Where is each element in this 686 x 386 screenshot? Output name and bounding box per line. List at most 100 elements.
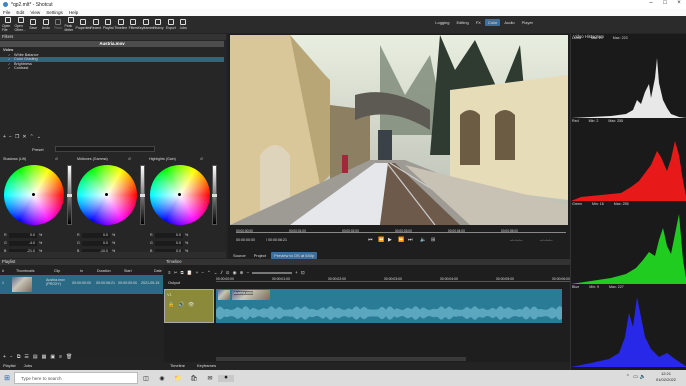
zoom-fit-icon[interactable]: ⊡: [301, 270, 305, 276]
list-view-icon[interactable]: ☰: [24, 354, 28, 360]
hide-icon[interactable]: 👁: [188, 302, 194, 308]
slider-knob[interactable]: [212, 194, 217, 197]
zoom-out-icon[interactable]: −: [246, 270, 249, 275]
value-spinbox[interactable]: 0.0: [155, 240, 183, 246]
edge-icon[interactable]: ◉: [154, 375, 170, 382]
checkmark-icon[interactable]: ✓: [8, 53, 11, 57]
taskbar-search[interactable]: Type here to search: [14, 372, 138, 384]
rewind-icon[interactable]: ⏪: [378, 237, 384, 243]
shotcut-taskbar-icon[interactable]: ⏺: [218, 374, 234, 382]
menu-icon[interactable]: ≡: [168, 270, 171, 275]
fast-forward-icon[interactable]: ⏩: [398, 237, 404, 243]
position-timecode[interactable]: 00:00:00:00: [236, 238, 255, 242]
timeline-clip[interactable]: Austria.mov: [216, 289, 562, 323]
move-up-icon[interactable]: ⌃: [30, 134, 34, 140]
copy-icon[interactable]: ⧉: [181, 270, 184, 275]
add-filter-icon[interactable]: +: [3, 134, 6, 140]
value-spinbox[interactable]: -4.0: [9, 240, 37, 246]
toolbar-save[interactable]: Save: [27, 16, 40, 33]
timeline-scrollbar[interactable]: [216, 357, 466, 361]
toolbar-undo[interactable]: Undo: [40, 16, 53, 33]
update-icon[interactable]: ⧉: [17, 354, 21, 360]
split-icon[interactable]: ⫽: [221, 270, 223, 275]
shadows-luma-slider[interactable]: [67, 165, 72, 225]
filter-item-contrast[interactable]: ✓ Contrast: [0, 66, 224, 71]
toolbar-recent[interactable]: Recent: [90, 16, 103, 33]
proxy-preview-button[interactable]: Preview to OS at 540p: [271, 252, 318, 259]
toolbar-peak-meter[interactable]: Peak Meter: [65, 16, 78, 33]
overwrite-icon[interactable]: ⌄: [214, 270, 218, 276]
menu-edit[interactable]: Edit: [13, 10, 27, 15]
store-icon[interactable]: 🛍: [186, 375, 202, 382]
toolbar-properties[interactable]: Properties: [76, 16, 91, 33]
wheel-handle[interactable]: [178, 193, 181, 196]
remove-icon[interactable]: −: [10, 354, 13, 360]
timeline-ruler[interactable]: 00:00:00:00 00:00:01:00 00:00:02:00 00:00:0…: [216, 277, 570, 282]
zoom-in-icon[interactable]: +: [295, 270, 298, 275]
toolbar-jobs[interactable]: Jobs: [177, 16, 190, 33]
midtones-color-wheel[interactable]: [77, 165, 137, 225]
shadows-color-wheel[interactable]: [4, 165, 64, 225]
reset-icon[interactable]: ↺: [128, 157, 131, 161]
toolbar-keyframes[interactable]: Keyframes: [138, 16, 154, 33]
layout-fx[interactable]: FX: [473, 19, 484, 26]
volume-icon[interactable]: 🔈: [420, 237, 426, 243]
file-explorer-icon[interactable]: 📁: [170, 375, 186, 382]
remove-filter-icon[interactable]: −: [9, 134, 12, 140]
scrub-icon[interactable]: ◉: [233, 270, 237, 276]
video-frame[interactable]: [230, 35, 568, 225]
chevron-up-icon[interactable]: ⌃: [626, 374, 630, 380]
tab-jobs[interactable]: Jobs: [24, 362, 32, 369]
menu-file[interactable]: File: [0, 10, 13, 15]
column-thumbnails[interactable]: Thumbnails: [16, 269, 35, 273]
system-clock[interactable]: 12:21 01/02/2022: [656, 371, 676, 383]
snap-icon[interactable]: ⊙: [226, 270, 230, 276]
deselect-filter-icon[interactable]: ✕: [22, 134, 26, 140]
ripple-icon[interactable]: ⊕: [240, 270, 244, 276]
highlights-color-wheel[interactable]: [150, 165, 210, 225]
midtones-luma-slider[interactable]: [140, 165, 145, 225]
reset-icon[interactable]: ↺: [55, 157, 58, 161]
lift-icon[interactable]: ⌃: [207, 270, 211, 276]
mail-icon[interactable]: ✉: [202, 375, 218, 382]
wheel-handle[interactable]: [105, 193, 108, 196]
preset-dropdown[interactable]: [55, 146, 155, 152]
trash-icon[interactable]: 🗑: [66, 354, 72, 360]
reset-icon[interactable]: ↺: [200, 157, 203, 161]
column-in[interactable]: In: [80, 269, 83, 273]
playlist-row[interactable]: 1 Austria.mov (PROXY) 00:00:00:00 00:00:…: [0, 275, 163, 294]
toolbar-playlist[interactable]: Playlist: [102, 16, 115, 33]
column-number[interactable]: #: [2, 269, 4, 273]
zoom-slider[interactable]: [252, 271, 293, 274]
tab-playlist[interactable]: Playlist: [3, 362, 16, 369]
close-button[interactable]: ×: [672, 0, 686, 6]
toolbar-export[interactable]: Export: [165, 16, 178, 33]
remove-icon[interactable]: −: [201, 270, 204, 275]
toolbar-redo[interactable]: Redo: [52, 16, 65, 33]
checkmark-icon[interactable]: ✓: [8, 57, 11, 61]
slider-knob[interactable]: [67, 194, 72, 197]
slider-knob[interactable]: [140, 194, 145, 197]
icons-view-icon[interactable]: ▣: [50, 354, 55, 360]
value-spinbox[interactable]: 0.0: [9, 232, 37, 238]
tab-project[interactable]: Project: [251, 252, 269, 259]
menu-help[interactable]: Help: [66, 10, 81, 15]
maximize-button[interactable]: □: [658, 0, 672, 6]
skip-start-icon[interactable]: ⏮: [368, 237, 373, 243]
checkmark-icon[interactable]: ✓: [8, 62, 11, 66]
tab-timeline[interactable]: Timeline: [170, 362, 185, 369]
column-start[interactable]: Start: [124, 269, 132, 273]
network-icon[interactable]: ▭: [633, 374, 638, 380]
speaker-icon[interactable]: 🔈: [640, 374, 646, 380]
copy-filter-icon[interactable]: ❐: [15, 134, 19, 140]
minimize-button[interactable]: –: [644, 0, 658, 6]
value-spinbox[interactable]: 0.0: [82, 240, 110, 246]
layout-logging[interactable]: Logging: [432, 19, 452, 26]
play-icon[interactable]: ▶: [388, 237, 392, 243]
skip-end-icon[interactable]: ⏭: [408, 237, 413, 243]
column-duration[interactable]: Duration: [97, 269, 111, 273]
toolbar-history[interactable]: History: [152, 16, 165, 33]
grid-icon[interactable]: ⊞: [431, 237, 435, 243]
value-spinbox[interactable]: 0.0: [155, 232, 183, 238]
layout-color[interactable]: Color: [484, 19, 501, 26]
